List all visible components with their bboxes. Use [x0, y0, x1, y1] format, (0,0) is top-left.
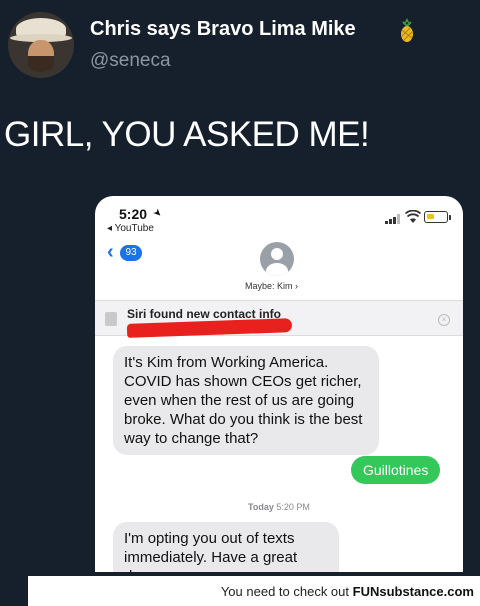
location-arrow-icon: ➤	[150, 206, 165, 221]
back-button[interactable]: ‹ 93	[107, 241, 147, 263]
battery-icon	[424, 211, 448, 223]
wifi-icon	[405, 210, 421, 223]
message-bubble-incoming[interactable]: It's Kim from Working America. COVID has…	[113, 346, 379, 455]
handle[interactable]: @seneca	[90, 50, 171, 72]
redaction-scribble	[126, 318, 293, 338]
signal-icon	[385, 214, 400, 224]
close-icon[interactable]: ×	[438, 314, 450, 326]
footer-text[interactable]: You need to check out FUNsubstance.com	[221, 584, 474, 599]
watermark-footer: You need to check out FUNsubstance.com	[0, 576, 480, 606]
unread-badge: 93	[120, 245, 142, 261]
display-name[interactable]: Chris says Bravo Lima Mike	[90, 18, 356, 41]
message-bubble-outgoing[interactable]: Guillotines	[351, 456, 441, 484]
avatar[interactable]	[8, 12, 74, 78]
siri-suggestion-banner[interactable]: Siri found new contact info ×	[95, 300, 463, 338]
contact-avatar[interactable]	[260, 242, 294, 276]
tweet-header: Chris says Bravo Lima Mike @seneca	[0, 0, 480, 100]
contact-card-icon	[105, 312, 117, 326]
message-timestamp: Today 5:20 PM	[248, 502, 310, 512]
contact-name[interactable]: Maybe: Kim ›	[245, 281, 298, 291]
status-time: 5:20	[119, 206, 148, 222]
back-to-app-link[interactable]: ◂ YouTube	[107, 223, 154, 234]
pineapple-icon	[401, 18, 413, 42]
message-bubble-incoming[interactable]: I'm opting you out of texts immediately.…	[113, 522, 339, 572]
chevron-left-icon: ‹	[107, 241, 114, 263]
phone-screenshot: 5:20 ➤ ◂ YouTube ‹ 93 Maybe: Kim › Siri …	[95, 196, 463, 572]
tweet-text: GIRL, YOU ASKED ME!	[4, 115, 370, 154]
